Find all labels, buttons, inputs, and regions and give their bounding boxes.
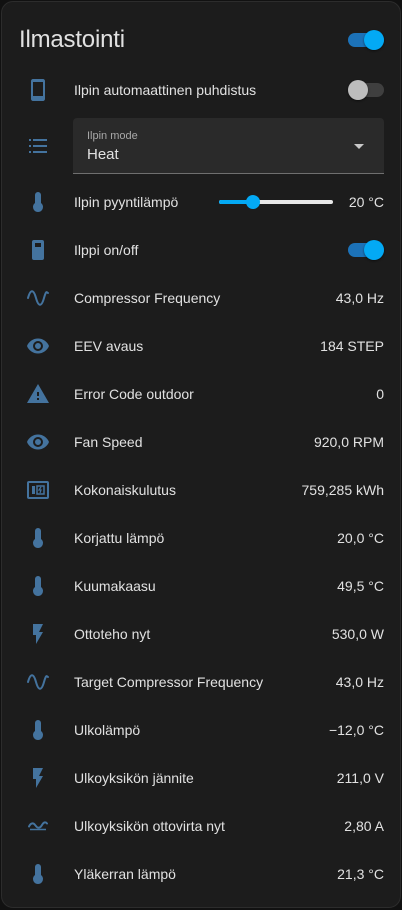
total-energy-value: 759,285 kWh [301, 482, 385, 498]
meter-icon [26, 478, 50, 502]
outdoor-voltage-label: Ulkoyksikön jännite [74, 770, 194, 786]
corrected-temp-value: 20,0 °C [337, 530, 384, 546]
eev-label: EEV avaus [74, 338, 144, 354]
current-ac-icon [26, 814, 50, 838]
eev-value: 184 STEP [320, 338, 384, 354]
total-energy-label: Kokonaiskulutus [74, 482, 176, 498]
hot-gas-value: 49,5 °C [337, 578, 384, 594]
target-temp-label: Ilpin pyyntilämpö [74, 194, 179, 210]
eye-icon [26, 334, 50, 358]
row-error-code: Error Code outdoor 0 [18, 374, 384, 414]
climate-card: Ilmastointi Ilpin automaattinen puhdistu… [1, 1, 401, 908]
row-total-energy: Kokonaiskulutus 759,285 kWh [18, 470, 384, 510]
row-power-now: Ottoteho nyt 530,0 W [18, 614, 384, 654]
card-title: Ilmastointi [19, 26, 125, 53]
error-code-label: Error Code outdoor [74, 386, 194, 402]
mode-select[interactable]: Ilpin mode Heat [73, 118, 384, 174]
target-compressor-freq-value: 43,0 Hz [335, 674, 384, 690]
chevron-down-icon [354, 144, 364, 149]
tablet-icon [26, 78, 50, 102]
target-compressor-freq-label: Target Compressor Frequency [74, 674, 264, 690]
row-outdoor-current: Ulkoyksikön ottovirta nyt 2,80 A [18, 806, 384, 846]
power-now-value: 530,0 W [331, 626, 384, 642]
power-now-label: Ottoteho nyt [74, 626, 151, 642]
thermometer-icon [26, 190, 50, 214]
error-code-value: 0 [376, 386, 384, 402]
row-hot-gas: Kuumakaasu 49,5 °C [18, 566, 384, 606]
fan-speed-label: Fan Speed [74, 434, 143, 450]
card-header: Ilmastointi [19, 22, 384, 58]
remote-icon [26, 238, 50, 262]
flash-icon [26, 622, 50, 646]
hot-gas-label: Kuumakaasu [74, 578, 156, 594]
row-power: Ilppi on/off [18, 230, 384, 270]
row-eev: EEV avaus 184 STEP [18, 326, 384, 366]
target-temp-value: 20 °C [348, 194, 384, 210]
row-target-compressor-freq: Target Compressor Frequency 43,0 Hz [18, 662, 384, 702]
compressor-freq-label: Compressor Frequency [74, 290, 221, 306]
mode-select-label: Ilpin mode [87, 130, 138, 142]
compressor-freq-value: 43,0 Hz [335, 290, 384, 306]
upstairs-temp-value: 21,3 °C [337, 866, 384, 882]
row-compressor-freq: Compressor Frequency 43,0 Hz [18, 278, 384, 318]
outdoor-voltage-value: 211,0 V [336, 770, 384, 786]
mode-select-value: Heat [87, 146, 119, 163]
thermometer-icon [26, 862, 50, 886]
row-mode: Ilpin mode Heat [18, 118, 384, 174]
outdoor-temp-label: Ulkolämpö [74, 722, 141, 738]
list-icon [26, 134, 50, 158]
row-upstairs-temp: Yläkerran lämpö 21,3 °C [18, 854, 384, 894]
flash-icon [26, 766, 50, 790]
row-target-temp: Ilpin pyyntilämpö 20 °C [18, 182, 384, 222]
outdoor-current-value: 2,80 A [344, 818, 384, 834]
outdoor-temp-value: −12,0 °C [328, 722, 384, 738]
target-temp-slider[interactable] [219, 194, 333, 210]
thermometer-icon [26, 574, 50, 598]
auto-clean-label: Ilpin automaattinen puhdistus [74, 82, 257, 98]
eye-icon [26, 430, 50, 454]
upstairs-temp-label: Yläkerran lämpö [74, 866, 176, 882]
sine-wave-icon [26, 670, 50, 694]
power-label: Ilppi on/off [74, 242, 139, 258]
auto-clean-toggle[interactable] [348, 78, 384, 102]
fan-speed-value: 920,0 RPM [313, 434, 384, 450]
sine-wave-icon [26, 286, 50, 310]
row-auto-clean: Ilpin automaattinen puhdistus [18, 70, 384, 110]
outdoor-current-label: Ulkoyksikön ottovirta nyt [74, 818, 225, 834]
power-toggle[interactable] [348, 238, 384, 262]
master-toggle[interactable] [348, 28, 384, 52]
row-corrected-temp: Korjattu lämpö 20,0 °C [18, 518, 384, 558]
row-outdoor-voltage: Ulkoyksikön jännite 211,0 V [18, 758, 384, 798]
row-fan-speed: Fan Speed 920,0 RPM [18, 422, 384, 462]
alert-icon [26, 382, 50, 406]
thermometer-icon [26, 718, 50, 742]
slider-knob[interactable] [246, 195, 261, 209]
row-outdoor-temp: Ulkolämpö −12,0 °C [18, 710, 384, 750]
corrected-temp-label: Korjattu lämpö [74, 530, 165, 546]
thermometer-icon [26, 526, 50, 550]
